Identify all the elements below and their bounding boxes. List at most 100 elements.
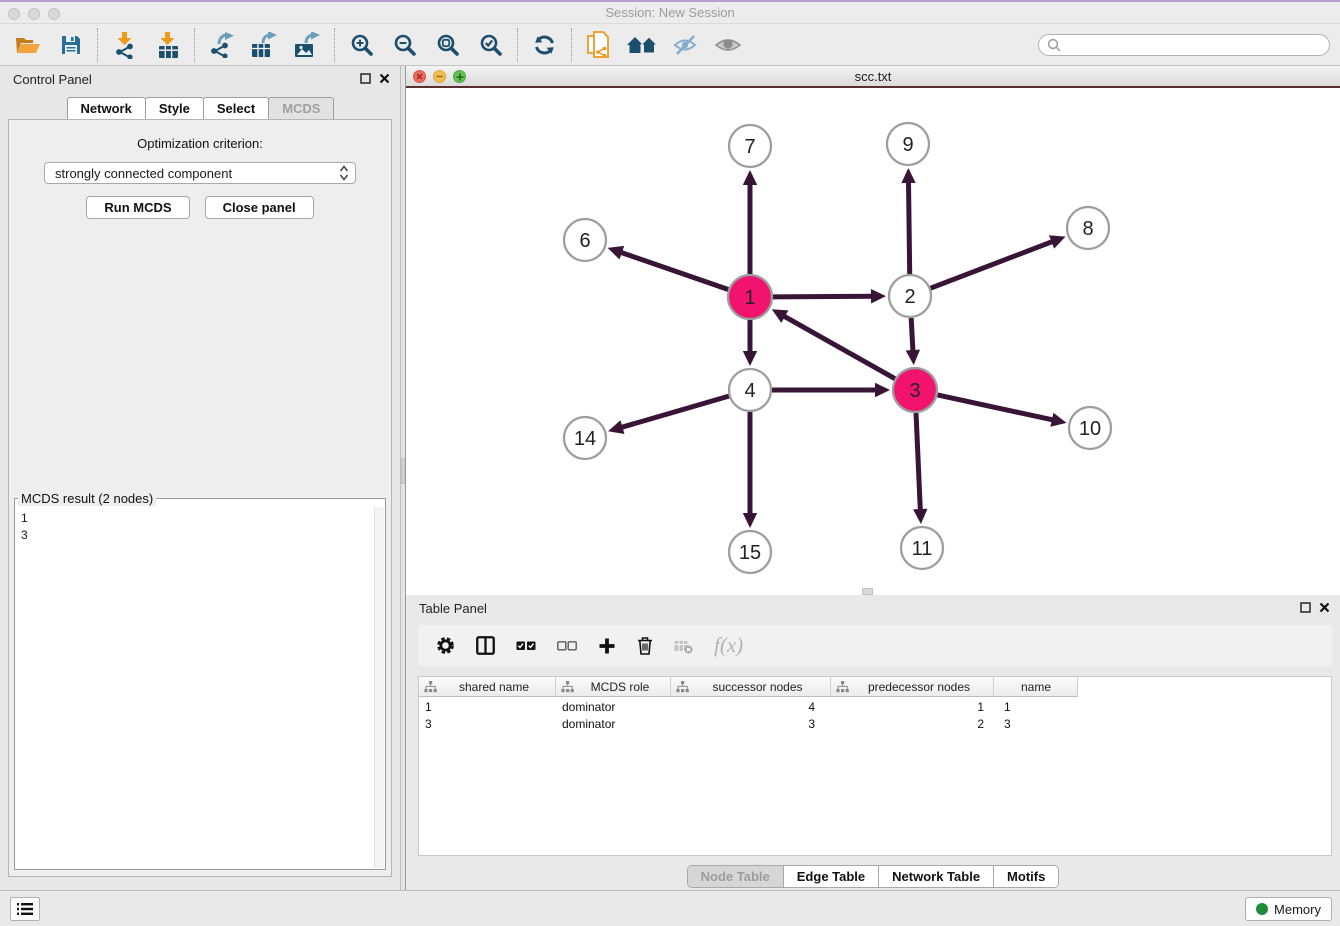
- export-network-button[interactable]: [200, 26, 243, 64]
- column-label: successor nodes: [689, 680, 830, 694]
- table-row[interactable]: 1dominator411: [419, 700, 1331, 716]
- horizontal-splitter-grip[interactable]: [862, 588, 873, 595]
- refresh-button[interactable]: [523, 26, 566, 64]
- task-history-button[interactable]: [10, 897, 40, 921]
- memory-button[interactable]: Memory: [1245, 897, 1332, 921]
- export-table-button[interactable]: [243, 26, 286, 64]
- graph-edge-2-9[interactable]: [908, 180, 909, 274]
- window-titlebar: Session: New Session: [0, 0, 1340, 24]
- network-view-titlebar[interactable]: scc.txt: [406, 66, 1340, 88]
- delete-table-button[interactable]: [674, 638, 693, 654]
- float-panel-icon[interactable]: [1300, 602, 1311, 613]
- tab-select[interactable]: Select: [203, 97, 269, 119]
- tab-style[interactable]: Style: [145, 97, 204, 119]
- close-panel-button[interactable]: Close panel: [205, 196, 314, 219]
- search-field[interactable]: [1038, 34, 1330, 56]
- unchecked-boxes-icon: [557, 641, 577, 651]
- zoom-out-button[interactable]: [383, 26, 426, 64]
- table-toolbar: f(x): [418, 625, 1332, 666]
- graph-edge-4-14[interactable]: [620, 396, 729, 428]
- show-details-button[interactable]: [706, 26, 749, 64]
- search-input[interactable]: [1065, 38, 1321, 53]
- window-minimize-button[interactable]: [28, 8, 40, 20]
- table-panel: Table Panel: [406, 595, 1340, 890]
- graph-edge-2-8[interactable]: [931, 241, 1055, 288]
- table-cell[interactable]: 3: [419, 717, 556, 733]
- float-panel-icon[interactable]: [360, 73, 371, 84]
- splitter-grip[interactable]: [401, 458, 405, 484]
- graph-node-label: 4: [744, 380, 755, 402]
- function-builder-button[interactable]: f(x): [714, 633, 743, 658]
- tab-mcds[interactable]: MCDS: [268, 97, 334, 119]
- table-cell[interactable]: 1: [419, 700, 556, 716]
- column-header-successor-nodes[interactable]: successor nodes: [671, 677, 831, 697]
- tab-motifs[interactable]: Motifs: [994, 866, 1058, 887]
- tab-network-table[interactable]: Network Table: [879, 866, 994, 887]
- table-cell[interactable]: dominator: [556, 717, 671, 733]
- table-cell[interactable]: 3: [994, 717, 1078, 733]
- mcds-result-scrollbar[interactable]: [374, 507, 384, 868]
- column-header-MCDS-role[interactable]: MCDS role: [556, 677, 671, 697]
- create-column-button[interactable]: [598, 637, 616, 655]
- save-session-button[interactable]: [49, 26, 92, 64]
- optimization-criterion-select[interactable]: strongly connected component: [44, 162, 356, 184]
- zoom-selected-button[interactable]: [469, 26, 512, 64]
- delete-columns-button[interactable]: [637, 636, 653, 655]
- zoom-in-button[interactable]: [340, 26, 383, 64]
- tab-network[interactable]: Network: [67, 97, 146, 119]
- table-cell[interactable]: dominator: [556, 700, 671, 716]
- show-columns-button[interactable]: [476, 636, 495, 655]
- graph-edge-arrow: [743, 351, 757, 366]
- graph-node-label: 7: [744, 136, 755, 158]
- graph-edge-3-10[interactable]: [937, 395, 1054, 420]
- zoom-fit-icon: [436, 33, 460, 57]
- select-all-columns-button[interactable]: [516, 641, 536, 651]
- zoom-in-icon: [350, 33, 374, 57]
- node-table-header: shared name MCDS role successor nodes pr…: [419, 677, 1331, 697]
- window-zoom-button[interactable]: [48, 8, 60, 20]
- table-cell[interactable]: 1: [994, 700, 1078, 716]
- column-label: name: [999, 680, 1077, 694]
- hide-details-button[interactable]: [663, 26, 706, 64]
- select-stepper-icon: [339, 165, 349, 181]
- tab-node-table[interactable]: Node Table: [688, 866, 784, 887]
- hierarchy-icon: [424, 681, 437, 693]
- table-cell[interactable]: 2: [831, 717, 994, 733]
- mcds-result-area[interactable]: 1 3: [16, 507, 384, 868]
- deselect-all-columns-button[interactable]: [557, 641, 577, 651]
- table-row[interactable]: 3dominator323: [419, 717, 1331, 733]
- column-header-predecessor-nodes[interactable]: predecessor nodes: [831, 677, 994, 697]
- close-panel-icon[interactable]: [1319, 602, 1330, 613]
- export-image-button[interactable]: [286, 26, 329, 64]
- zoom-fit-button[interactable]: [426, 26, 469, 64]
- network-close-button[interactable]: [413, 70, 426, 83]
- run-mcds-button[interactable]: Run MCDS: [86, 196, 189, 219]
- column-label: MCDS role: [574, 680, 670, 694]
- column-header-shared-name[interactable]: shared name: [419, 677, 556, 697]
- network-maximize-button[interactable]: [453, 70, 466, 83]
- table-cell[interactable]: 1: [831, 700, 994, 716]
- toolbar-separator: [571, 28, 572, 62]
- table-cell[interactable]: 3: [671, 717, 831, 733]
- table-cell[interactable]: 4: [671, 700, 831, 716]
- import-table-button[interactable]: [146, 26, 189, 64]
- graph-edge-2-3[interactable]: [911, 318, 913, 353]
- import-network-button[interactable]: [103, 26, 146, 64]
- graph-edge-arrow: [906, 350, 920, 365]
- home-layout-button[interactable]: [620, 26, 663, 64]
- graph-edge-3-11[interactable]: [916, 413, 920, 512]
- network-canvas[interactable]: 7968124314101511: [406, 88, 1340, 593]
- graph-edge-1-6[interactable]: [619, 252, 728, 290]
- list-icon: [17, 902, 33, 916]
- open-session-button[interactable]: [6, 26, 49, 64]
- column-header-name[interactable]: name: [994, 677, 1078, 697]
- graph-edge-1-2[interactable]: [773, 296, 874, 297]
- first-neighbors-button[interactable]: [577, 26, 620, 64]
- window-close-button[interactable]: [8, 8, 20, 20]
- graph-node-label: 6: [579, 230, 590, 252]
- network-minimize-button[interactable]: [433, 70, 446, 83]
- close-panel-icon[interactable]: [379, 73, 390, 84]
- graph-edge-3-1[interactable]: [782, 315, 895, 379]
- tab-edge-table[interactable]: Edge Table: [784, 866, 879, 887]
- table-settings-button[interactable]: [436, 636, 455, 655]
